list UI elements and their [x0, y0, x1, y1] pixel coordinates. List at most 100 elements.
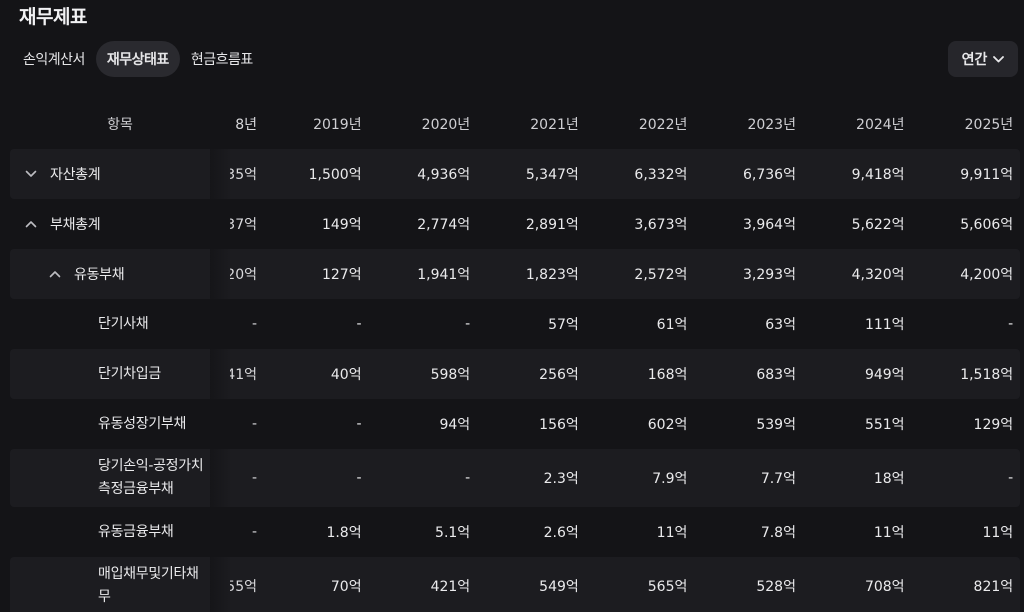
table-row: 단기차입금 41억 40억 598억 256억 168억 683억 949억 1… — [10, 349, 1020, 399]
table-cell: - — [465, 316, 471, 332]
table-cell: 256억 — [539, 367, 579, 383]
chevron-up-icon[interactable] — [44, 267, 66, 281]
chevron-up-icon[interactable] — [20, 217, 42, 231]
table-cell: 3,673억 — [634, 217, 688, 233]
chevron-down-icon[interactable] — [20, 167, 42, 181]
table-cell: 127억 — [321, 267, 362, 283]
table-cell: 4,200억 — [960, 267, 1014, 283]
table-cell: 3,293억 — [743, 267, 796, 283]
table-cell: 1,518억 — [960, 367, 1014, 383]
table-cell: 40억 — [330, 367, 362, 383]
table-cell: 1,941억 — [417, 267, 471, 283]
table-cell: 9,911억 — [960, 167, 1014, 183]
table-cell: 1,500억 — [308, 167, 362, 183]
table-cell: 6,736억 — [743, 167, 796, 183]
tab-income-statement[interactable]: 손익계산서 — [12, 41, 96, 77]
table-cell: 41억 — [230, 367, 257, 383]
table-cell: 20억 — [230, 267, 257, 283]
table-cell: 2.3억 — [543, 471, 579, 487]
table-cell: 35억 — [230, 167, 257, 183]
table-cell: - — [251, 470, 257, 486]
table-cell: 11억 — [982, 525, 1014, 541]
year-column-header: 2023년 — [747, 117, 796, 133]
year-column-header: 2022년 — [638, 117, 688, 133]
period-select[interactable]: 연간 — [948, 41, 1018, 77]
table-cell: - — [251, 316, 257, 332]
table-cell: 949억 — [864, 367, 905, 383]
table-cell: 551억 — [864, 417, 905, 433]
table-cell: 4,320억 — [851, 267, 905, 283]
period-label: 연간 — [961, 52, 988, 68]
table-cell: 9,418억 — [851, 167, 905, 183]
table-row-total-assets[interactable]: 자산총계 35억 1,500억 4,936억 5,347억 6,332억 6,7… — [10, 149, 1020, 199]
year-column-header: 2020년 — [421, 117, 471, 133]
year-column-header: 2021년 — [530, 117, 579, 133]
table-cell: 61억 — [656, 317, 688, 333]
table-cell: 7.7억 — [760, 471, 796, 487]
table-cell: - — [465, 470, 471, 486]
table-cell: 7.9억 — [652, 471, 688, 487]
table-row: 매입채무및기타채 무 55억 70억 421억 549억 565억 528억 7… — [10, 557, 1020, 612]
year-column-header: 2024년 — [856, 117, 905, 133]
table-cell: - — [251, 524, 257, 540]
tab-cash-flow[interactable]: 현금흐름표 — [180, 41, 264, 77]
year-column-header: 2019년 — [313, 117, 362, 133]
row-label: 단기차입금 — [98, 365, 161, 382]
year-column-header: 8년 — [235, 117, 257, 133]
year-column-header: 2025년 — [964, 117, 1014, 133]
table-cell: 708억 — [864, 579, 905, 595]
table-cell: 2,572억 — [634, 267, 688, 283]
row-label: 당기손익-공정가치 측정금융부채 — [98, 458, 204, 497]
table-cell: 94억 — [439, 417, 471, 433]
item-column-header: 항목 — [107, 117, 133, 133]
table-cell: 1.8억 — [326, 525, 362, 541]
table-cell: 70억 — [330, 579, 362, 595]
table-row-total-liabilities[interactable]: 부채총계 37억 149억 2,774억 2,891억 3,673억 3,964… — [10, 199, 1020, 249]
table-row: 단기사채 - - - 57억 61억 63억 111억 - — [10, 299, 1020, 349]
statement-tabs: 손익계산서 재무상태표 현금흐름표 — [12, 41, 264, 77]
balance-sheet-table: 항목 8년 2019년 2020년 2021년 2022년 2023년 2024… — [10, 99, 1020, 612]
table-cell: 683억 — [756, 367, 796, 383]
table-cell: 5.1억 — [435, 525, 471, 541]
table-cell: 5,347억 — [525, 167, 579, 183]
table-cell: 156억 — [539, 417, 579, 433]
table-cell: 1,823억 — [525, 267, 579, 283]
table-cell: 149억 — [321, 217, 362, 233]
table-row-current-liabilities[interactable]: 유동부채 20억 127억 1,941억 1,823억 2,572억 3,293… — [10, 249, 1020, 299]
table-cell: 549억 — [539, 579, 579, 595]
table-cell: 6,332억 — [634, 167, 688, 183]
table-cell: 565억 — [647, 579, 688, 595]
table-cell: 11억 — [656, 525, 688, 541]
table-cell: 5,622억 — [851, 217, 905, 233]
chevron-down-icon — [993, 55, 1005, 62]
table-cell: 2,774억 — [417, 217, 471, 233]
table-cell: 37억 — [230, 217, 257, 233]
table-cell: 4,936억 — [417, 167, 471, 183]
table-cell: 129억 — [973, 417, 1014, 433]
table-cell: - — [1008, 470, 1014, 486]
table-cell: 7.8억 — [760, 525, 796, 541]
table-cell: - — [356, 316, 362, 332]
table-row: 유동금융부채 - 1.8억 5.1억 2.6억 11억 7.8억 11억 11억 — [10, 507, 1020, 557]
table-cell: - — [356, 416, 362, 432]
table-header: 항목 8년 2019년 2020년 2021년 2022년 2023년 2024… — [10, 99, 1020, 149]
row-label: 부채총계 — [50, 217, 101, 233]
table-cell: 2.6억 — [543, 525, 579, 541]
table-cell: 18억 — [873, 471, 905, 487]
row-label: 유동부채 — [74, 267, 125, 283]
table-cell: - — [251, 416, 257, 432]
table-cell: 821억 — [973, 579, 1014, 595]
table-cell: 421억 — [430, 579, 471, 595]
table-row: 당기손익-공정가치 측정금융부채 - - - 2.3억 7.9억 7.7억 18… — [10, 449, 1020, 507]
table-cell: 539억 — [756, 417, 796, 433]
row-label: 매입채무및기타채 무 — [98, 566, 199, 605]
table-cell: 598억 — [430, 367, 471, 383]
tab-balance-sheet[interactable]: 재무상태표 — [95, 41, 180, 77]
table-cell: 602억 — [647, 417, 688, 433]
table-cell: 168억 — [647, 367, 688, 383]
row-label: 유동성장기부채 — [98, 415, 187, 432]
table-cell: 11억 — [873, 525, 905, 541]
row-label: 자산총계 — [50, 167, 101, 183]
table-cell: - — [356, 470, 362, 486]
table-cell: 2,891억 — [525, 217, 579, 233]
